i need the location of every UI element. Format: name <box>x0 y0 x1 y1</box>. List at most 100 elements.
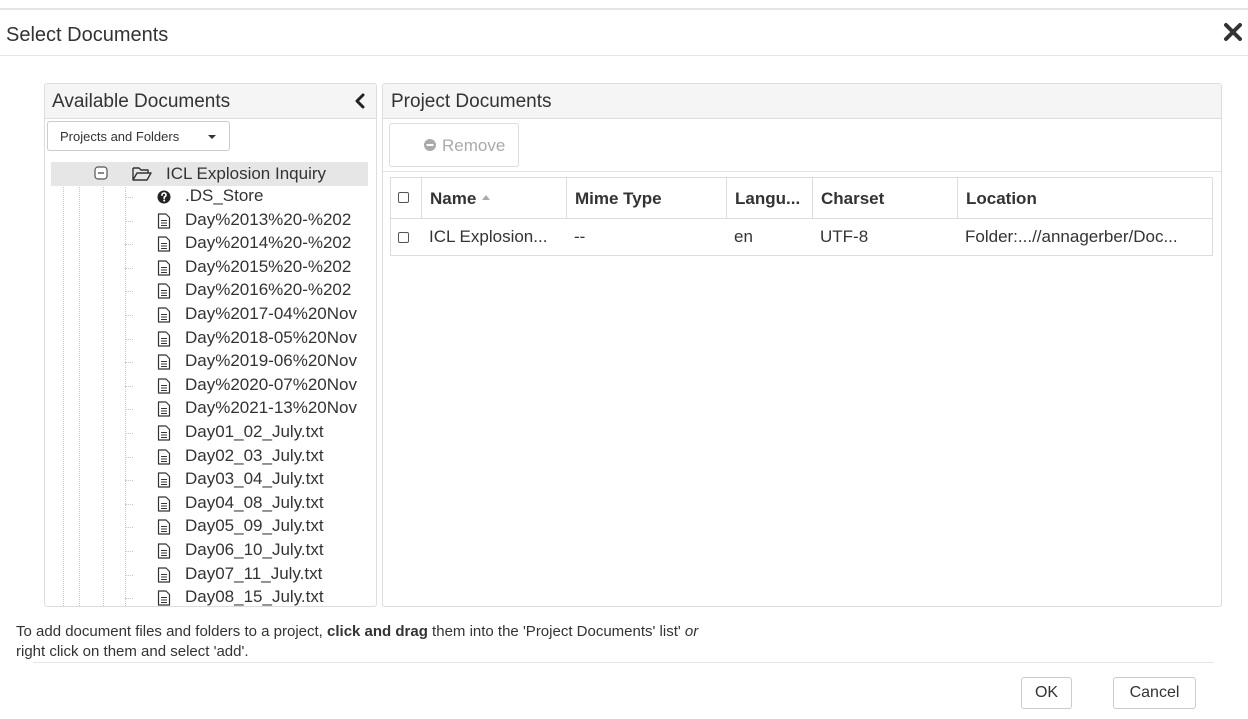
tree-item-label: .DS_Store <box>185 186 264 205</box>
column-location-label: Location <box>966 189 1037 208</box>
help-part-2: them into the 'Project Documents' list' <box>427 623 685 640</box>
tree-item[interactable]: Day03_04_July.txt <box>125 469 376 492</box>
cancel-button[interactable]: Cancel <box>1113 677 1196 709</box>
tree-connector <box>125 503 133 505</box>
tree-item[interactable]: Day01_02_July.txt <box>125 422 376 445</box>
tree-guide <box>63 162 64 606</box>
file-text-icon <box>157 472 171 488</box>
file-text-icon <box>157 378 171 394</box>
file-text-icon <box>157 590 171 606</box>
column-header-mime-type[interactable]: Mime Type <box>566 178 726 218</box>
sort-asc-icon <box>482 195 491 201</box>
column-header-language[interactable]: Langu... <box>726 178 812 218</box>
ok-button[interactable]: OK <box>1021 677 1072 709</box>
tree-connector <box>125 480 133 482</box>
available-documents-panel: Available Documents Projects and Folders… <box>44 83 377 607</box>
tree-item-label: Day06_10_July.txt <box>185 540 324 559</box>
dropdown-label: Projects and Folders <box>60 129 180 144</box>
tree-connector <box>125 551 133 552</box>
row-select-cell <box>391 219 421 255</box>
tree-item-label: Day%2018-05%20Nov <box>185 327 357 347</box>
tree-connector <box>125 598 133 600</box>
tree-item[interactable]: Day%2021-13%20Nov <box>125 398 376 421</box>
row-checkbox[interactable] <box>398 232 409 243</box>
tree-item[interactable]: Day04_08_July.txt <box>125 493 376 516</box>
file-text-icon <box>157 519 171 535</box>
tree-connector <box>125 362 133 364</box>
file-text-icon <box>157 448 171 465</box>
project-documents-grid: Name Mime Type Langu... Charset Location… <box>390 177 1213 256</box>
cell-language-text: en <box>734 227 753 246</box>
minus-circle-icon <box>424 139 436 151</box>
tree-item[interactable]: Day%2014%20-%202 <box>125 233 376 256</box>
tree-item[interactable]: Day02_03_July.txt <box>125 446 376 469</box>
select-all-checkbox[interactable] <box>398 192 409 203</box>
tree-item[interactable]: Day06_10_July.txt <box>125 540 376 563</box>
tree-item-label: Day03_04_July.txt <box>185 469 324 489</box>
tree-item-label: Day%2016%20-%202 <box>185 280 352 300</box>
help-bold: click and drag <box>327 623 428 640</box>
tree-item-label: Day%2021-13%20Nov <box>185 398 357 418</box>
remove-label: Remove <box>442 136 506 155</box>
column-header-location[interactable]: Location <box>957 178 1212 218</box>
tree-connector <box>125 197 133 198</box>
tree-connector <box>125 456 133 458</box>
footer-rule <box>33 662 1214 663</box>
file-text-icon <box>157 496 171 512</box>
folder-open-icon <box>132 167 152 181</box>
projects-and-folders-dropdown[interactable]: Projects and Folders <box>47 121 230 151</box>
tree-item[interactable]: Day08_15_July.txt <box>125 587 376 606</box>
project-documents-panel: Project Documents Remove Name Mime Type … <box>382 83 1222 607</box>
column-header-charset[interactable]: Charset <box>812 178 957 218</box>
tree-item-label: Day%2013%20-%202 <box>185 209 352 229</box>
top-rule <box>0 8 1248 10</box>
column-language-label: Langu... <box>735 189 801 208</box>
available-documents-header: Available Documents <box>45 84 376 119</box>
file-text-icon <box>157 543 171 559</box>
file-text-icon <box>157 212 171 229</box>
tree-connector <box>125 244 133 246</box>
tree-item[interactable]: Day07_11_July.txt <box>125 564 376 587</box>
tree-item[interactable]: Day%2017-04%20Nov <box>125 304 376 327</box>
cell-mime-text: -- <box>574 227 586 246</box>
tree-item-label: Day02_03_July.txt <box>185 445 324 465</box>
column-name-label: Name <box>430 189 477 208</box>
tree-item[interactable]: Day%2016%20-%202 <box>125 280 376 303</box>
help-italic: or <box>684 623 699 640</box>
minus-square-icon[interactable] <box>94 166 108 180</box>
remove-button[interactable]: Remove <box>389 123 519 167</box>
tree-item[interactable]: Day%2015%20-%202 <box>125 257 376 280</box>
tree-item-label: Day07_11_July.txt <box>185 563 323 583</box>
tree-item-label: Day08_15_July.txt <box>185 587 324 606</box>
tree-item-label: Day05_09_July.txt <box>185 516 324 536</box>
cell-mime-type: -- <box>566 219 726 255</box>
cell-language: en <box>726 219 812 255</box>
question-circle-icon <box>157 190 171 204</box>
tree-item[interactable]: Day%2013%20-%202 <box>125 210 376 233</box>
tree-item[interactable]: .DS_Store <box>125 186 376 209</box>
tree-connector <box>125 433 133 434</box>
column-header-name[interactable]: Name <box>421 178 566 218</box>
tree-connector <box>125 220 133 222</box>
tree-item[interactable]: Day05_09_July.txt <box>125 516 376 539</box>
file-text-icon <box>157 283 171 299</box>
chevron-left-icon[interactable] <box>353 93 367 109</box>
tree-connector <box>125 527 133 529</box>
cell-charset-text: UTF-8 <box>820 227 869 246</box>
table-row[interactable]: ICL Explosion... -- en UTF-8 Folder:.../… <box>391 219 1212 255</box>
help-part-3: right click on them and select 'add'. <box>16 643 249 660</box>
tree-connector <box>125 338 133 340</box>
header-select-cell <box>391 178 421 218</box>
tree-connector <box>125 409 133 411</box>
tree-root-icl-explosion-inquiry[interactable]: ICL Explosion Inquiry <box>51 162 368 186</box>
document-tree: ICL Explosion Inquiry .DS_Store Day%2013%… <box>45 162 376 606</box>
project-documents-title: Project Documents <box>391 91 552 112</box>
cell-name-text: ICL Explosion... <box>429 227 548 246</box>
tree-item[interactable]: Day%2019-06%20Nov <box>125 351 376 374</box>
tree-item[interactable]: Day%2018-05%20Nov <box>125 328 376 351</box>
cell-charset: UTF-8 <box>812 219 957 255</box>
tree-item-label: Day%2014%20-%202 <box>185 233 352 253</box>
close-x-icon[interactable] <box>1222 21 1244 43</box>
cell-name: ICL Explosion... <box>421 219 566 255</box>
tree-item[interactable]: Day%2020-07%20Nov <box>125 375 376 398</box>
